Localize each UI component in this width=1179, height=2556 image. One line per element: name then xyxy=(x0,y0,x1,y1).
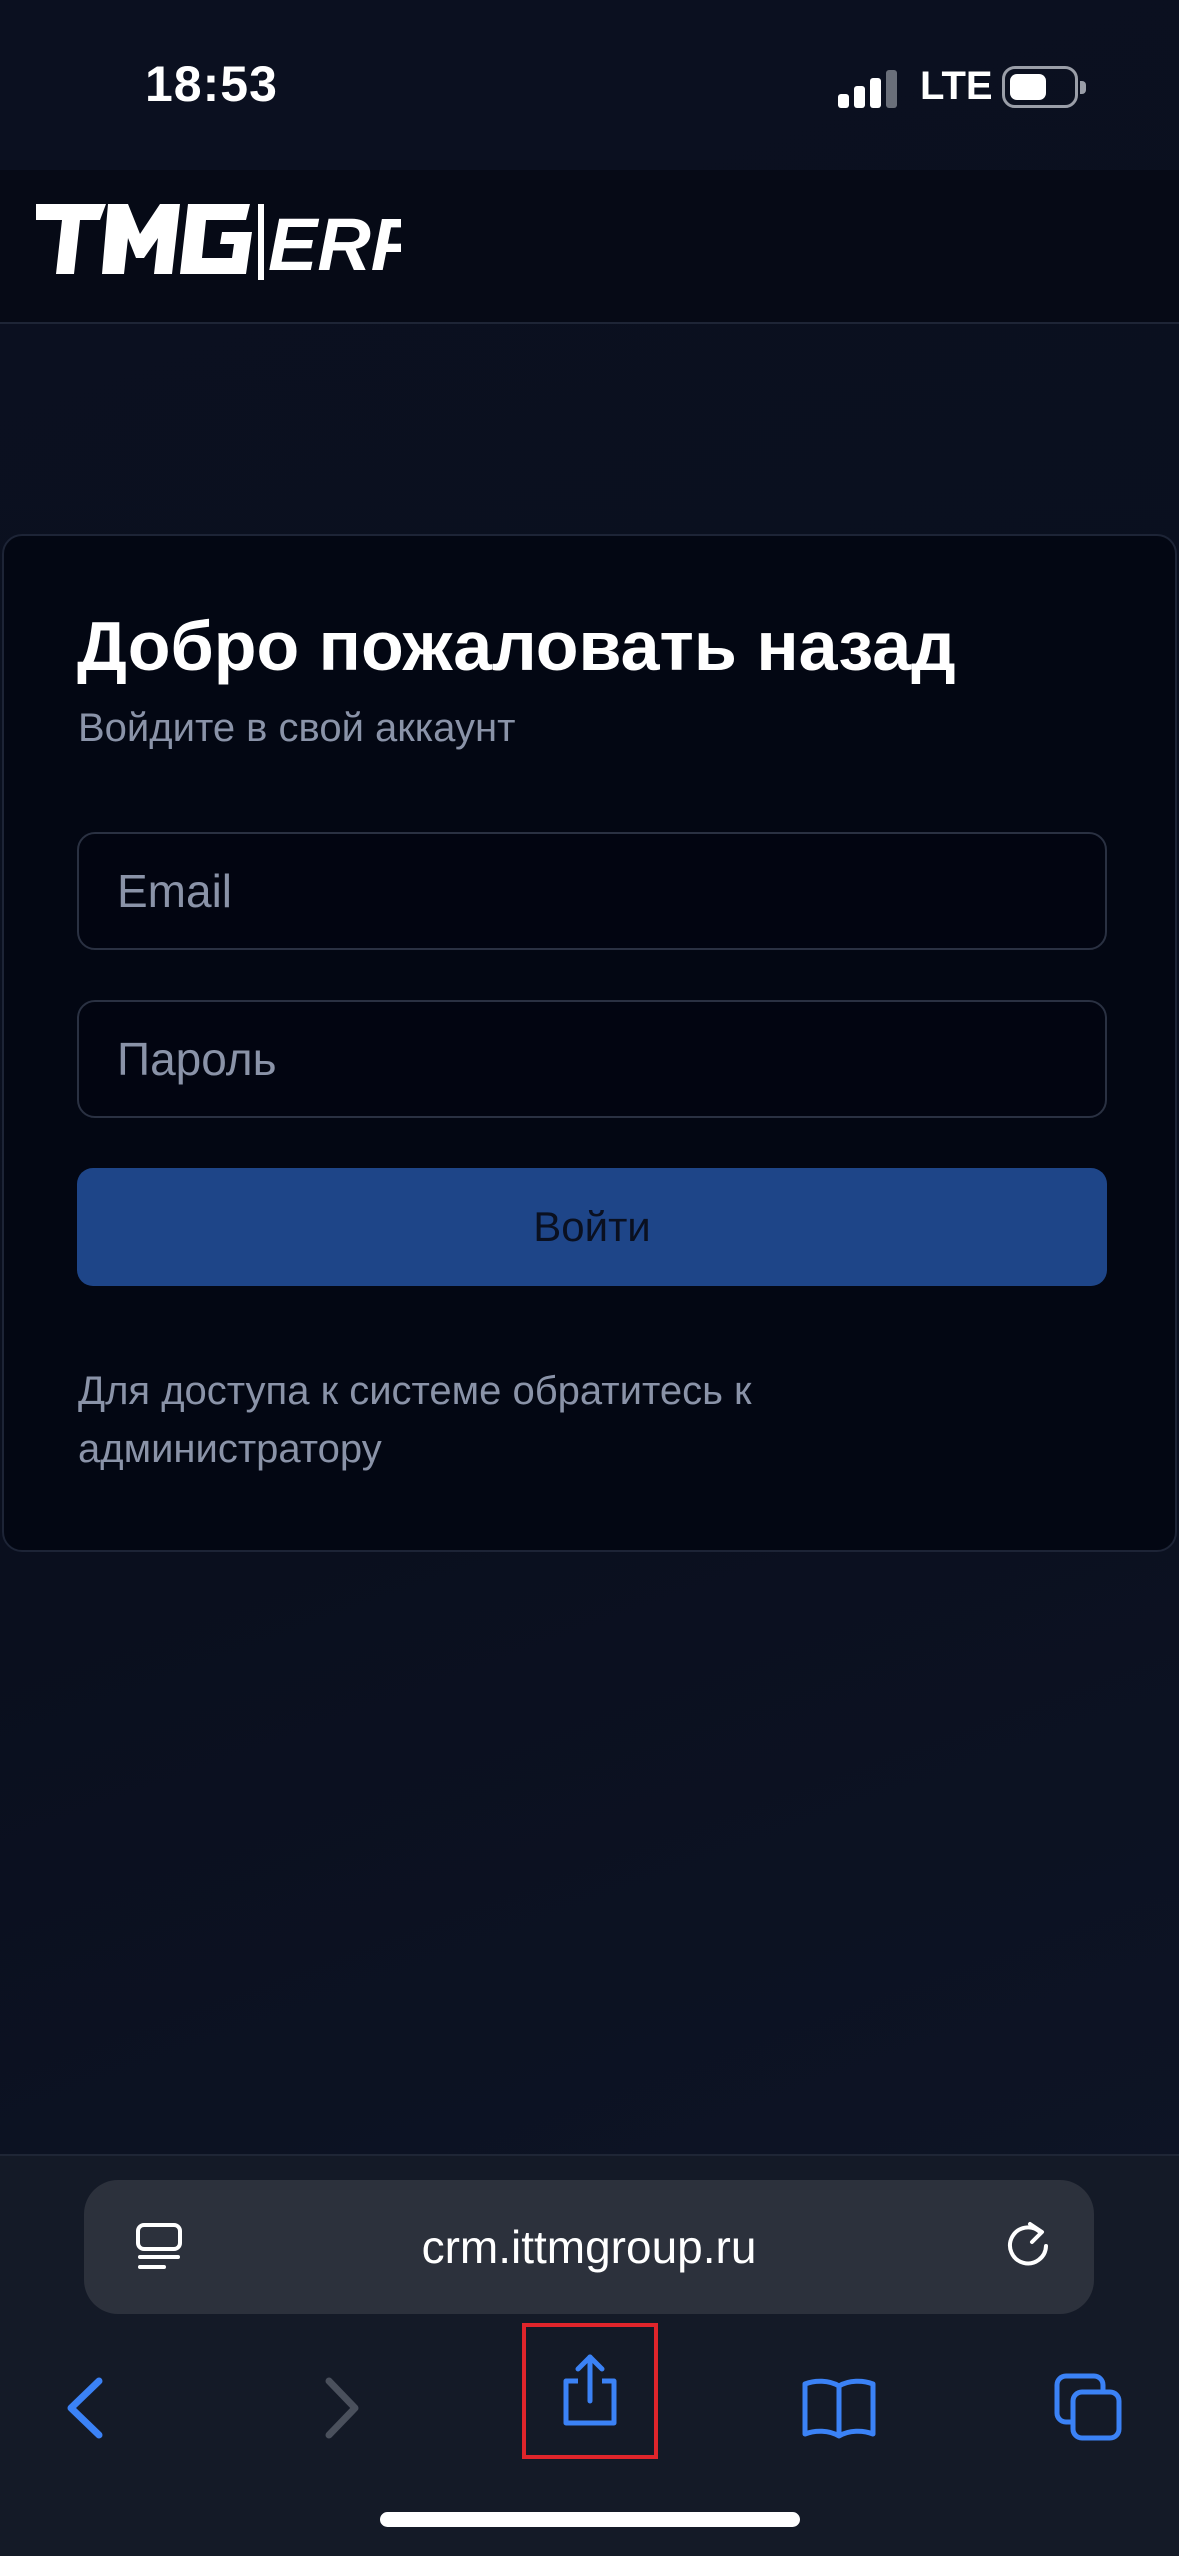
login-button[interactable]: Войти xyxy=(77,1168,1107,1286)
email-field[interactable] xyxy=(77,832,1107,950)
bookmarks-icon xyxy=(802,2378,876,2439)
tabs-button[interactable] xyxy=(1034,2348,1144,2468)
logo[interactable]: ERP xyxy=(36,204,401,280)
site-header: ERP xyxy=(0,170,1179,324)
share-button[interactable] xyxy=(522,2323,658,2459)
tabs-icon xyxy=(1054,2373,1122,2441)
browser-toolbar: crm.ittmgroup.ru xyxy=(0,2154,1179,2556)
status-time: 18:53 xyxy=(145,56,278,112)
page-subtitle: Войдите в свой аккаунт xyxy=(78,706,516,750)
bookmarks-button[interactable] xyxy=(784,2348,894,2468)
forward-icon xyxy=(325,2377,359,2439)
screen: 18:53 LTE ERP xyxy=(0,0,1179,2556)
logo-sub-text: ERP xyxy=(268,204,401,280)
reload-icon[interactable] xyxy=(1000,2218,1056,2274)
battery-icon xyxy=(1002,66,1086,108)
admin-contact-note: Для доступа к системе обратитесь к админ… xyxy=(78,1369,752,1471)
back-icon xyxy=(67,2377,103,2439)
back-button[interactable] xyxy=(30,2348,140,2468)
share-icon xyxy=(563,2354,617,2426)
url-text[interactable]: crm.ittmgroup.ru xyxy=(84,2220,1094,2274)
cellular-signal-icon xyxy=(838,70,898,108)
status-bar: 18:53 LTE xyxy=(0,0,1179,170)
network-type: LTE xyxy=(920,64,993,108)
tmg-erp-logo-icon: ERP xyxy=(36,204,401,280)
password-field[interactable] xyxy=(77,1000,1107,1118)
login-card: Добро пожаловать назад Войдите в свой ак… xyxy=(2,534,1177,1552)
forward-button[interactable] xyxy=(286,2348,396,2468)
address-bar[interactable]: crm.ittmgroup.ru xyxy=(84,2180,1094,2314)
home-indicator[interactable] xyxy=(380,2512,800,2527)
page-title: Добро пожаловать назад xyxy=(77,607,956,685)
